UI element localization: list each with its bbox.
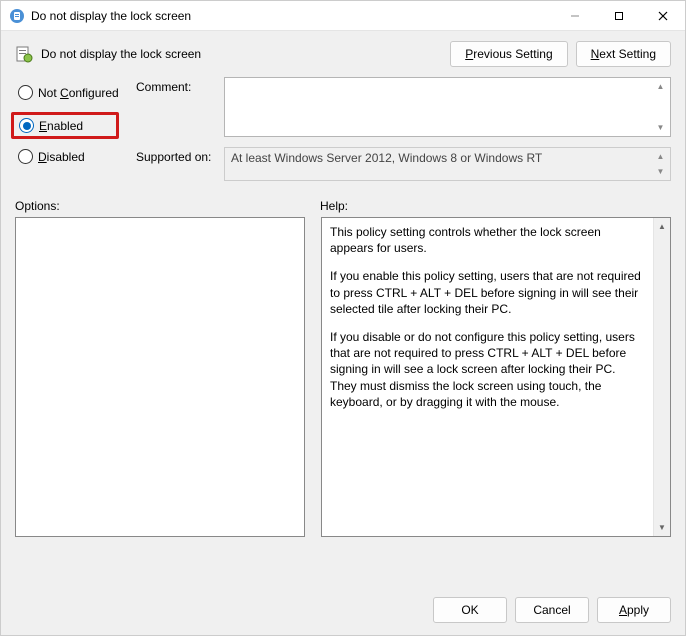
- close-button[interactable]: [641, 1, 685, 31]
- scroll-down-icon[interactable]: ▼: [652, 120, 669, 135]
- state-and-fields: Not Configured Enabled Disabled Comment:…: [1, 73, 685, 191]
- radio-disabled[interactable]: Disabled: [15, 147, 130, 166]
- previous-setting-button[interactable]: Previous Setting: [450, 41, 567, 67]
- apply-button[interactable]: Apply: [597, 597, 671, 623]
- help-paragraph: If you disable or do not configure this …: [330, 329, 645, 410]
- radio-circle-icon: [18, 85, 33, 100]
- header-row: Do not display the lock screen Previous …: [1, 31, 685, 73]
- cancel-button[interactable]: Cancel: [515, 597, 589, 623]
- ok-button[interactable]: OK: [433, 597, 507, 623]
- radio-not-configured[interactable]: Not Configured: [15, 83, 130, 102]
- policy-title: Do not display the lock screen: [41, 47, 442, 61]
- help-text: This policy setting controls whether the…: [322, 218, 653, 536]
- help-scrollbar[interactable]: ▲ ▼: [653, 218, 670, 536]
- radio-enabled[interactable]: Enabled: [16, 116, 114, 135]
- titlebar: Do not display the lock screen: [1, 1, 685, 31]
- supported-label: Supported on:: [136, 147, 224, 181]
- radio-circle-icon: [18, 149, 33, 164]
- options-label: Options:: [15, 199, 320, 213]
- minimize-button[interactable]: [553, 1, 597, 31]
- supported-value-box: At least Windows Server 2012, Windows 8 …: [224, 147, 671, 181]
- scroll-down-icon[interactable]: ▼: [654, 519, 670, 536]
- state-radios: Not Configured Enabled Disabled: [15, 77, 130, 191]
- radio-label: Not Configured: [38, 86, 119, 100]
- scroll-up-icon[interactable]: ▲: [652, 149, 669, 164]
- supported-value: At least Windows Server 2012, Windows 8 …: [231, 151, 542, 165]
- comment-input[interactable]: ▲ ▼: [224, 77, 671, 137]
- help-paragraph: If you enable this policy setting, users…: [330, 268, 645, 317]
- supported-scrollbar[interactable]: ▲ ▼: [652, 149, 669, 179]
- radio-label: Disabled: [38, 150, 85, 164]
- dialog-footer: OK Cancel Apply: [1, 587, 685, 635]
- setting-icon: [15, 45, 33, 63]
- fields-column: Comment: ▲ ▼ Supported on: At least Wind…: [136, 77, 671, 191]
- lower-labels: Options: Help:: [1, 191, 685, 217]
- radio-label: Enabled: [39, 119, 83, 133]
- policy-editor-window: Do not display the lock screen Do not di…: [0, 0, 686, 636]
- highlight-annotation: Enabled: [11, 112, 119, 139]
- help-panel: This policy setting controls whether the…: [321, 217, 671, 537]
- scroll-down-icon[interactable]: ▼: [652, 164, 669, 179]
- help-paragraph: This policy setting controls whether the…: [330, 224, 645, 256]
- radio-circle-icon: [19, 118, 34, 133]
- next-setting-button[interactable]: Next Setting: [576, 41, 671, 67]
- lower-panels: This policy setting controls whether the…: [1, 217, 685, 587]
- comment-label: Comment:: [136, 77, 224, 137]
- scroll-up-icon[interactable]: ▲: [652, 79, 669, 94]
- options-panel: [15, 217, 305, 537]
- maximize-button[interactable]: [597, 1, 641, 31]
- help-label: Help:: [320, 199, 348, 213]
- window-title: Do not display the lock screen: [31, 9, 553, 23]
- policy-icon: [9, 8, 25, 24]
- scroll-up-icon[interactable]: ▲: [654, 218, 670, 235]
- comment-scrollbar[interactable]: ▲ ▼: [652, 79, 669, 135]
